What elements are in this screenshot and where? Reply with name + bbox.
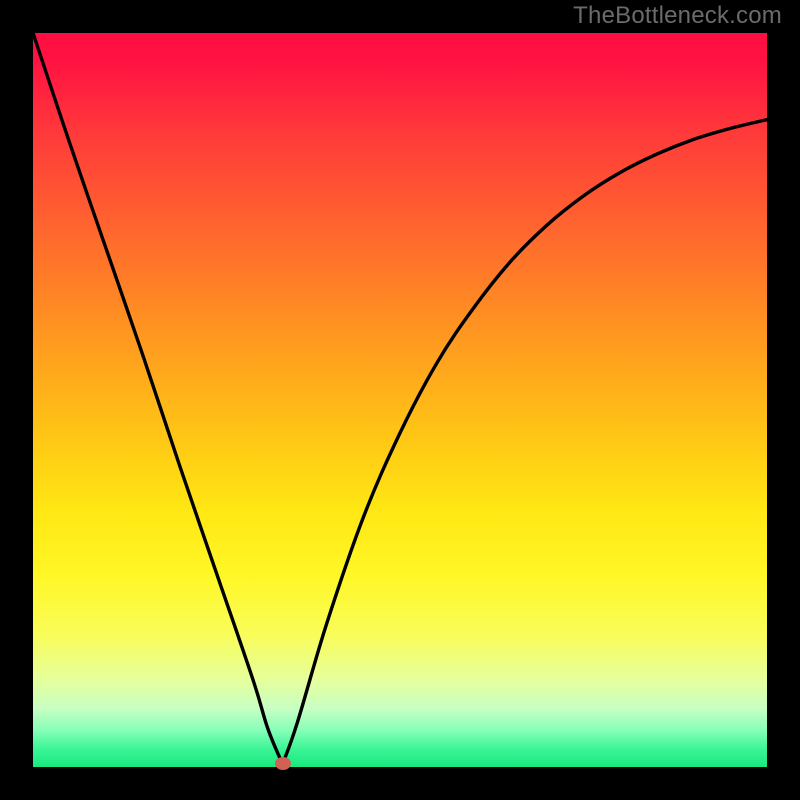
- heat-gradient: [33, 33, 767, 767]
- plot-area: [33, 33, 767, 767]
- watermark-label: TheBottleneck.com: [573, 2, 782, 30]
- optimum-marker: [275, 757, 291, 770]
- chart-frame: TheBottleneck.com: [0, 0, 800, 800]
